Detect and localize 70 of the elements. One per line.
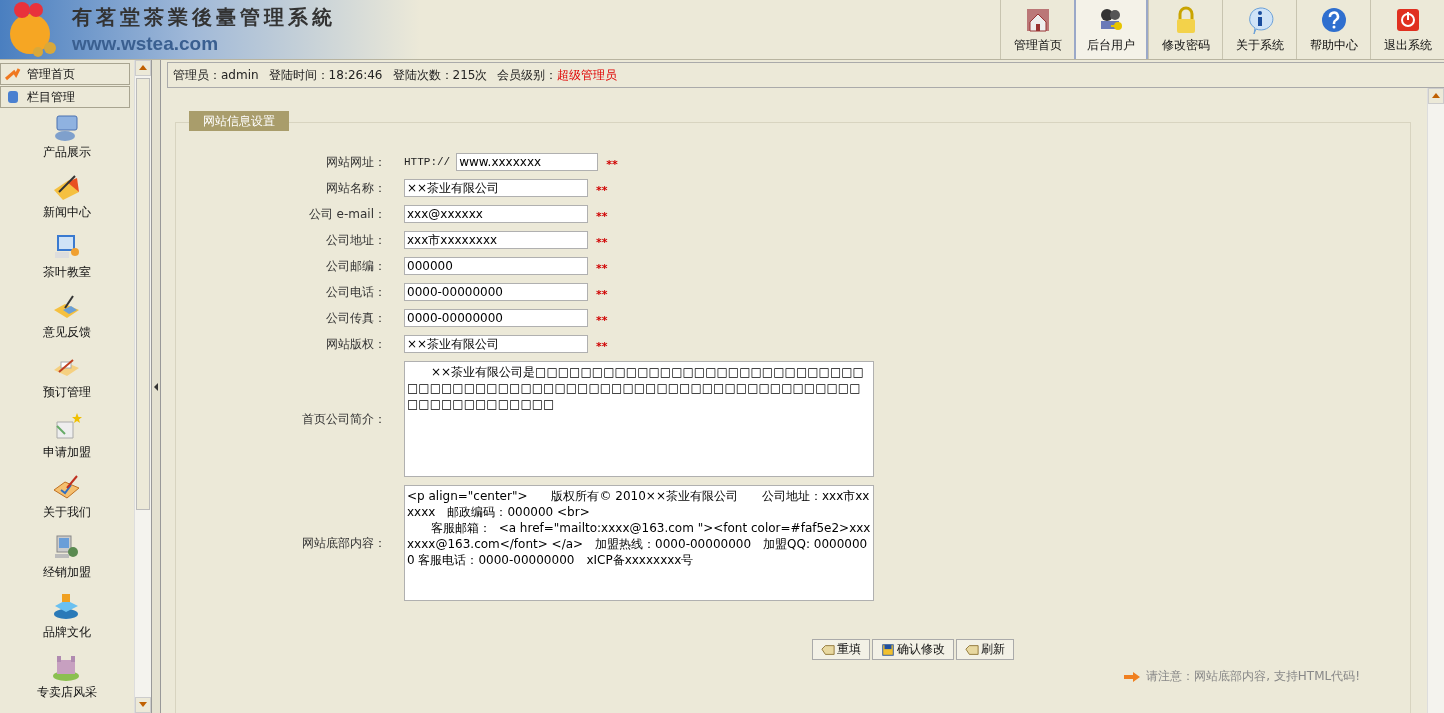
field-label: 网站版权： <box>325 335 386 353</box>
scroll-up-icon[interactable] <box>139 65 147 70</box>
note-text: 请注意：网站底部内容, 支持HTML代码! <box>1146 668 1360 685</box>
field-label: 公司传真： <box>325 309 386 327</box>
splitter-handle[interactable] <box>152 60 161 713</box>
scroll-up-icon[interactable] <box>1432 93 1440 98</box>
field-label: 首页公司简介： <box>301 410 386 428</box>
field-label: 网站网址： <box>325 153 386 171</box>
toolbar-button[interactable]: 后台用户 <box>1074 0 1148 59</box>
sidebar-item[interactable]: 预订管理 <box>0 348 134 408</box>
status-text: 管理员：admin <box>173 66 259 84</box>
toolbar-button[interactable]: 退出系统 <box>1370 0 1444 59</box>
required-mark: ** <box>606 157 618 171</box>
sidebar-item[interactable]: 关于我们 <box>0 468 134 528</box>
sidebar-item[interactable]: 意见反馈 <box>0 288 134 348</box>
toolbar-button[interactable]: 修改密码 <box>1148 0 1222 59</box>
field-label: 网站底部内容： <box>301 534 386 552</box>
toolbar-button[interactable]: 帮助中心 <box>1296 0 1370 59</box>
scroll-down-icon[interactable] <box>139 702 147 707</box>
sidebar-item[interactable]: 新闻中心 <box>0 168 134 228</box>
required-mark: ** <box>596 209 608 223</box>
required-mark: ** <box>596 261 608 275</box>
tag-icon <box>821 642 835 657</box>
collapse-arrow-icon[interactable] <box>154 382 158 391</box>
website-url: www.wstea.com <box>72 33 220 55</box>
sidebar-item[interactable]: 申请加盟 <box>0 408 134 468</box>
input-field[interactable]: www.xxxxxxx <box>456 153 599 171</box>
required-mark: ** <box>596 183 608 197</box>
status-text: 登陆次数：215次 <box>392 66 488 84</box>
form-button[interactable]: 刷新 <box>956 639 1014 660</box>
system-title: 有茗堂茶業後臺管理系統 <box>72 4 336 31</box>
sidebar-item[interactable]: 专卖店风采 <box>0 648 134 708</box>
input-field[interactable]: 000000 <box>404 257 588 275</box>
tag-icon <box>965 642 979 657</box>
sidebar-item[interactable]: 经销加盟 <box>0 528 134 588</box>
input-field[interactable]: 0000-00000000 <box>404 283 588 301</box>
member-level: 超级管理员 <box>557 66 618 84</box>
field-label: 公司地址： <box>325 231 386 249</box>
input-field[interactable]: 0000-00000000 <box>404 309 588 327</box>
form-button[interactable]: 确认修改 <box>872 639 954 660</box>
input-field[interactable]: xxx@xxxxxx <box>404 205 588 223</box>
scrollbar[interactable] <box>134 60 151 713</box>
toolbar-button[interactable]: 关于系统 <box>1222 0 1296 59</box>
field-label: 公司邮编： <box>325 257 386 275</box>
input-field[interactable]: xxx市xxxxxxxx <box>404 231 588 249</box>
sidebar-item[interactable]: 茶叶教室 <box>0 228 134 288</box>
field-label: 公司电话： <box>325 283 386 301</box>
required-mark: ** <box>596 235 608 249</box>
field-label: 公司 e-mail： <box>307 205 386 223</box>
section-title: 网站信息设置 <box>189 111 289 131</box>
input-field[interactable]: ××茶业有限公司 <box>404 179 588 197</box>
required-mark: ** <box>596 339 608 353</box>
text-area[interactable]: <p align="center"> 版权所有© 2010××茶业有限公司 公司地址：xxx市xxxxxx 邮政编码：000000 <br> 客服邮箱： <a href="mailto:xxxx@163.com "><font color=#faf5e2>xxxxxxx@163.com</font> </a> 加盟热线：0000-00000000 加盟QQ: 00000000 客服电话：0000-00000000 xICP备xxxxxxxx号 <box>404 485 874 601</box>
required-mark: ** <box>596 287 608 301</box>
help-icon <box>1319 6 1348 34</box>
toolbar-button[interactable]: 管理首页 <box>1000 0 1074 59</box>
form-button[interactable]: 重填 <box>812 639 870 660</box>
status-text: 会员级别： <box>497 66 558 84</box>
text-area[interactable]: ××茶业有限公司是□□□□□□□□□□□□□□□□□□□□□□□□□□□□□□□□□□□□□□□□□□□□□□□□□□□□□□□□□□□□□□□□□□□□□□□□□□□□□□□□□□ <box>404 361 874 477</box>
sidebar-tab[interactable]: 栏目管理 <box>0 86 130 108</box>
field-label: 网站名称： <box>325 179 386 197</box>
sidebar-item[interactable]: 产品展示 <box>0 108 134 168</box>
input-field[interactable]: ××茶业有限公司 <box>404 335 588 353</box>
scrollbar[interactable] <box>1427 88 1444 713</box>
sidebar-tab[interactable]: 管理首页 <box>0 63 130 85</box>
required-mark: ** <box>596 313 608 327</box>
status-text: 登陆时间：18:26:46 <box>268 66 383 84</box>
url-prefix: HTTP:// <box>404 156 451 168</box>
sidebar-item[interactable]: 品牌文化 <box>0 588 134 648</box>
arrow-icon <box>1124 671 1141 682</box>
